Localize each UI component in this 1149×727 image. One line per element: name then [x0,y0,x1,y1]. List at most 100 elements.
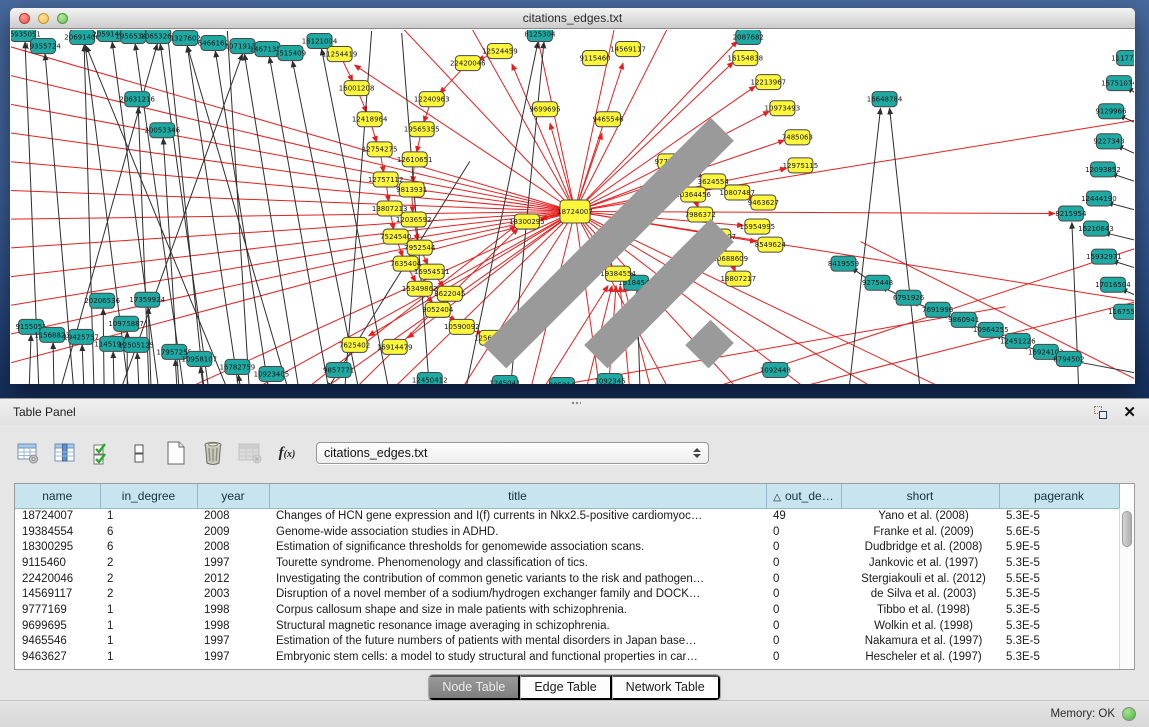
table-cell[interactable]: 1998 [197,618,269,634]
table-cell[interactable]: 1997 [197,555,269,571]
function-builder-button[interactable]: f(x) [273,439,301,467]
table-row[interactable]: 969969511998Structural magnetic resonanc… [15,618,1119,634]
table-cell[interactable]: Corpus callosum shape and size in male p… [269,602,766,618]
table-cell[interactable]: Estimation of significance thresholds fo… [269,539,766,555]
table-row[interactable]: 977716911998Corpus callosum shape and si… [15,602,1119,618]
scrollbar-thumb[interactable] [1122,511,1132,547]
table-cell[interactable]: Hescheler et al. (1997) [841,649,999,665]
table-cell[interactable]: 2 [100,571,197,587]
table-cell[interactable]: Tibbo et al. (1998) [841,602,999,618]
table-cell[interactable]: 5.5E-5 [999,571,1119,587]
table-cell[interactable]: 6 [100,524,197,540]
table-cell[interactable]: 5.3E-5 [999,586,1119,602]
table-cell[interactable]: 18724007 [15,508,100,524]
table-mode-button[interactable] [14,439,42,467]
table-cell[interactable]: 49 [766,508,841,524]
select-columns-button[interactable] [88,439,116,467]
table-cell[interactable]: 6 [100,539,197,555]
table-cell[interactable]: 9115460 [15,555,100,571]
table-cell[interactable]: Stergiakouli et al. (2012) [841,571,999,587]
table-cell[interactable]: 9699695 [15,618,100,634]
delete-columns-button[interactable] [199,439,227,467]
table-row[interactable]: 2242004622012Investigating the contribut… [15,571,1119,587]
table-cell[interactable]: 19384554 [15,524,100,540]
table-scrollbar[interactable] [1119,508,1134,669]
table-row[interactable]: 911546021997Tourette syndrome. Phenomeno… [15,555,1119,571]
table-cell[interactable]: 0 [766,634,841,650]
column-header-name[interactable]: name [15,484,100,508]
table-cell[interactable]: 5.3E-5 [999,555,1119,571]
table-cell[interactable]: 14569117 [15,586,100,602]
column-header-in_degree[interactable]: in_degree [100,484,197,508]
column-header-out_de[interactable]: △out_de… [766,484,841,508]
table-cell[interactable]: Changes of HCN gene expression and I(f) … [269,508,766,524]
table-cell[interactable]: 2 [100,555,197,571]
table-cell[interactable]: 18300295 [15,539,100,555]
tab-node-table[interactable]: Node Table [429,675,520,700]
table-cell[interactable]: 0 [766,586,841,602]
table-cell[interactable]: Nakamura et al. (1997) [841,634,999,650]
table-cell[interactable]: 9465546 [15,634,100,650]
table-cell[interactable]: Franke et al. (2009) [841,524,999,540]
table-cell[interactable]: 5.3E-5 [999,508,1119,524]
table-cell[interactable]: 1997 [197,634,269,650]
memory-status-dot[interactable] [1122,707,1136,721]
table-selector[interactable]: citations_edges.txt [316,442,709,464]
table-row[interactable]: 946554611997Estimation of the future num… [15,634,1119,650]
table-cell[interactable]: Tourette syndrome. Phenomenology and cla… [269,555,766,571]
table-cell[interactable]: 5.3E-5 [999,602,1119,618]
table-row[interactable]: 1872400712008Changes of HCN gene express… [15,508,1119,524]
table-cell[interactable]: 9777169 [15,602,100,618]
table-cell[interactable]: 5.3E-5 [999,649,1119,665]
table-cell[interactable]: 2009 [197,524,269,540]
table-cell[interactable]: 9463627 [15,649,100,665]
column-header-pagerank[interactable]: pagerank [999,484,1119,508]
network-canvas[interactable]: 1693505119355724206914062059140419565340… [11,30,1134,384]
table-cell[interactable]: Structural magnetic resonance image aver… [269,618,766,634]
table-cell[interactable]: 22420046 [15,571,100,587]
tab-edge-table[interactable]: Edge Table [520,675,611,700]
table-cell[interactable]: 1 [100,634,197,650]
network-window-titlebar[interactable]: citations_edges.txt [10,8,1135,29]
row-options-button[interactable] [125,439,153,467]
table-cell[interactable]: 0 [766,571,841,587]
column-header-short[interactable]: short [841,484,999,508]
table-cell[interactable]: 0 [766,524,841,540]
table-cell[interactable]: 2003 [197,586,269,602]
table-cell[interactable]: 1 [100,649,197,665]
tab-network-table[interactable]: Network Table [612,675,720,700]
table-cell[interactable]: 1997 [197,649,269,665]
table-cell[interactable]: Jankovic et al. (1997) [841,555,999,571]
table-cell[interactable]: 2008 [197,539,269,555]
show-columns-button[interactable] [51,439,79,467]
table-cell[interactable]: 0 [766,555,841,571]
table-cell[interactable]: 0 [766,539,841,555]
panel-splitter-handle[interactable] [571,401,581,405]
table-row[interactable]: 946362711997Embryonic stem cells: a mode… [15,649,1119,665]
table-cell[interactable]: 2 [100,586,197,602]
table-cell[interactable]: 2008 [197,508,269,524]
table-cell[interactable]: Estimation of the future numbers of pati… [269,634,766,650]
table-cell[interactable]: 1998 [197,602,269,618]
float-panel-icon[interactable] [1094,406,1107,419]
close-window-button[interactable] [19,13,30,24]
new-column-button[interactable] [162,439,190,467]
table-cell[interactable]: 1 [100,618,197,634]
window-resize-grip[interactable] [11,30,1132,382]
table-cell[interactable]: 0 [766,618,841,634]
table-cell[interactable]: 5.3E-5 [999,634,1119,650]
table-cell[interactable]: 5.9E-5 [999,539,1119,555]
table-row[interactable]: 1830029562008Estimation of significance … [15,539,1119,555]
table-row[interactable]: 1456911722003Disruption of a novel membe… [15,586,1119,602]
column-header-title[interactable]: title [269,484,766,508]
table-cell[interactable]: 0 [766,649,841,665]
table-cell[interactable]: 1 [100,508,197,524]
minimize-window-button[interactable] [38,13,49,24]
table-cell[interactable]: Disruption of a novel member of a sodium… [269,586,766,602]
column-header-year[interactable]: year [197,484,269,508]
table-cell[interactable]: Investigating the contribution of common… [269,571,766,587]
table-cell[interactable]: 5.6E-5 [999,524,1119,540]
table-cell[interactable]: 0 [766,602,841,618]
zoom-window-button[interactable] [57,13,68,24]
table-cell[interactable]: 2012 [197,571,269,587]
